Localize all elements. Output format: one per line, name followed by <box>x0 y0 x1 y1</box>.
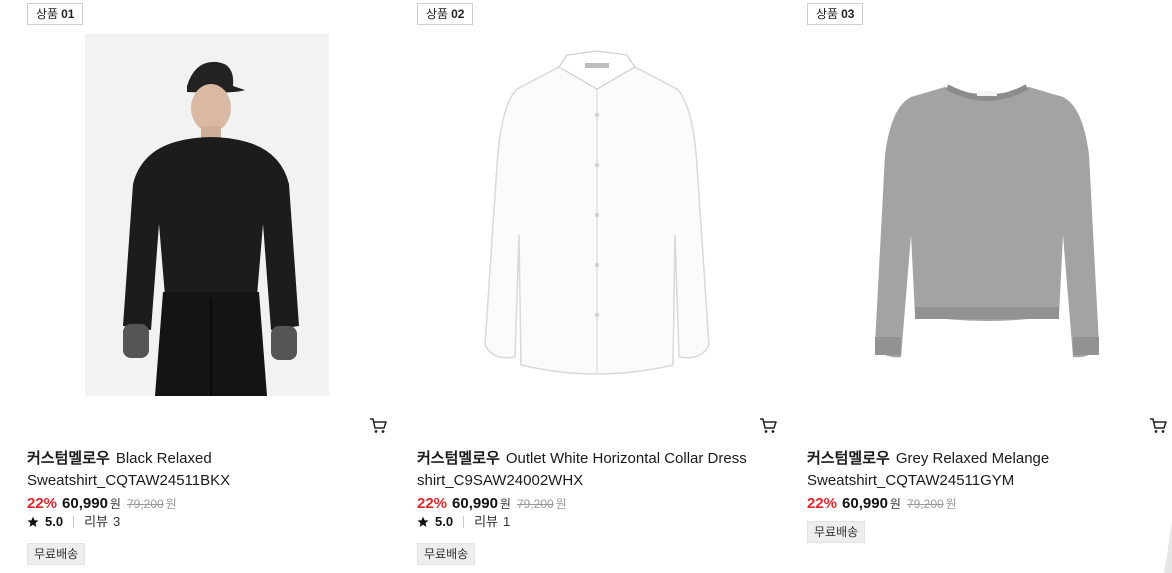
discount-rate: 22% <box>417 495 448 512</box>
cart-icon <box>760 418 777 433</box>
product-card[interactable]: 상품 01 커스텀멜로우 Black Relaxed Sweatshirt_CQ… <box>27 0 387 573</box>
scrollbar-edge[interactable] <box>1162 520 1172 573</box>
product-card[interactable]: 상품 02 커스텀멜로우 Outlet White Horizontal Col… <box>417 0 777 573</box>
product-image[interactable] <box>27 30 387 400</box>
discount-rate: 22% <box>27 495 58 512</box>
divider <box>463 516 465 528</box>
product-grid: 상품 01 커스텀멜로우 Black Relaxed Sweatshirt_CQ… <box>0 0 1172 573</box>
product-title[interactable]: 커스텀멜로우 Black Relaxed Sweatshirt_CQTAW2451… <box>27 448 372 492</box>
add-to-cart-button[interactable] <box>1149 417 1167 435</box>
product-number-tag: 상품 03 <box>807 3 864 25</box>
product-number-tag: 상품 02 <box>417 3 474 25</box>
add-to-cart-button[interactable] <box>369 417 387 435</box>
product-image[interactable] <box>417 30 777 400</box>
review-count: 1 <box>503 514 511 529</box>
sale-price: 60,990 <box>62 495 108 512</box>
grey-sweatshirt-image <box>875 84 1099 358</box>
product-title[interactable]: 커스텀멜로우 Grey Relaxed Melange Sweatshirt_CQ… <box>807 448 1152 492</box>
add-to-cart-button[interactable] <box>759 417 777 435</box>
product-number-tag: 상품 01 <box>27 3 84 25</box>
sale-price: 60,990 <box>842 495 888 512</box>
discount-rate: 22% <box>807 495 838 512</box>
model-black-sweatshirt-image <box>85 34 329 396</box>
free-shipping-badge: 무료배송 <box>807 521 866 543</box>
rating-row: 5.0 리뷰 1 <box>417 513 510 531</box>
sale-price: 60,990 <box>452 495 498 512</box>
product-price: 22% 60,990 원 79,200 원 <box>417 495 567 512</box>
product-card[interactable]: 상품 03 커스텀멜로우 Grey Relaxed Melange Sweats… <box>807 0 1167 573</box>
product-brand: 커스텀멜로우 <box>807 450 890 467</box>
free-shipping-badge: 무료배송 <box>417 543 476 565</box>
product-title[interactable]: 커스텀멜로우 Outlet White Horizontal Collar Dre… <box>417 448 762 492</box>
cart-icon <box>370 418 387 433</box>
rating-row: 5.0 리뷰 3 <box>27 513 120 531</box>
cart-icon <box>1150 418 1167 433</box>
original-price: 79,200 <box>906 497 944 511</box>
free-shipping-badge: 무료배송 <box>27 543 86 565</box>
rating-score: 5.0 <box>45 514 64 529</box>
product-brand: 커스텀멜로우 <box>27 450 110 467</box>
divider <box>73 516 75 528</box>
review-count: 3 <box>113 514 121 529</box>
star-icon <box>417 516 429 527</box>
review-label: 리뷰 <box>474 514 498 529</box>
original-price: 79,200 <box>126 497 164 511</box>
product-image[interactable] <box>807 30 1167 400</box>
star-icon <box>27 516 39 527</box>
product-price: 22% 60,990 원 79,200 원 <box>27 495 177 512</box>
original-price: 79,200 <box>516 497 554 511</box>
product-price: 22% 60,990 원 79,200 원 <box>807 495 957 512</box>
review-label: 리뷰 <box>84 514 108 529</box>
product-brand: 커스텀멜로우 <box>417 450 500 467</box>
white-dress-shirt-image <box>484 50 710 375</box>
rating-score: 5.0 <box>435 514 454 529</box>
